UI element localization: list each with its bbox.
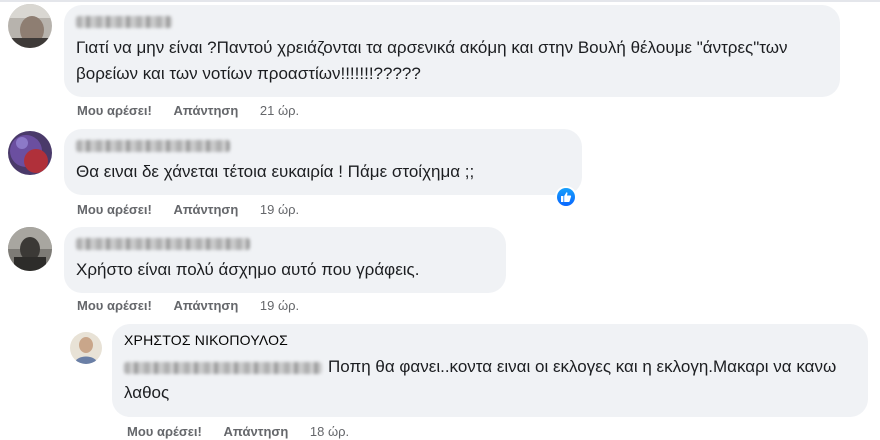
- comment-actions: Μου αρέσει! Απάντηση 21 ώρ.: [77, 103, 299, 119]
- comment-text: Γιατί να μην είναι ?Παντού χρειάζονται τ…: [76, 38, 788, 83]
- timestamp[interactable]: 19 ώρ.: [260, 298, 299, 313]
- timestamp[interactable]: 19 ώρ.: [260, 202, 299, 217]
- avatar[interactable]: [8, 4, 52, 48]
- comment-text: Χρήστο είναι πολύ άσχημο αυτό που γράφει…: [76, 260, 420, 279]
- reply-text: Ποπη θα φανει..κοντα ειναι οι εκλογες κα…: [124, 354, 856, 406]
- mentioned-user-blurred[interactable]: [124, 361, 322, 374]
- like-button[interactable]: Μου αρέσει!: [77, 202, 152, 217]
- top-divider: [0, 0, 880, 2]
- comment-bubble: Γιατί να μην είναι ?Παντού χρειάζονται τ…: [64, 5, 840, 97]
- like-button[interactable]: Μου αρέσει!: [77, 103, 152, 118]
- reply-author[interactable]: ΧΡΗΣΤΟΣ ΝΙΚΟΠΟΥΛΟΣ: [124, 332, 856, 348]
- like-button[interactable]: Μου αρέσει!: [77, 298, 152, 313]
- timestamp[interactable]: 18 ώρ.: [310, 424, 349, 439]
- avatar[interactable]: [70, 332, 102, 364]
- like-reaction-icon[interactable]: [555, 186, 577, 208]
- comment-bubble: Χρήστο είναι πολύ άσχημο αυτό που γράφει…: [64, 227, 506, 293]
- avatar[interactable]: [8, 131, 52, 175]
- reply-button[interactable]: Απάντηση: [173, 202, 238, 217]
- timestamp[interactable]: 21 ώρ.: [260, 103, 299, 118]
- reply-bubble: ΧΡΗΣΤΟΣ ΝΙΚΟΠΟΥΛΟΣ Ποπη θα φανει..κοντα …: [112, 324, 868, 417]
- comment-actions: Μου αρέσει! Απάντηση 19 ώρ.: [77, 202, 299, 218]
- like-button[interactable]: Μου αρέσει!: [127, 424, 202, 439]
- author-name-blurred[interactable]: [76, 13, 828, 29]
- author-name-blurred[interactable]: [76, 137, 570, 153]
- reply-button[interactable]: Απάντηση: [223, 424, 288, 439]
- reply-actions: Μου αρέσει! Απάντηση 18 ώρ.: [127, 424, 349, 440]
- author-name-blurred[interactable]: [76, 235, 494, 251]
- reply-button[interactable]: Απάντηση: [173, 298, 238, 313]
- comment-actions: Μου αρέσει! Απάντηση 19 ώρ.: [77, 298, 299, 314]
- avatar[interactable]: [8, 227, 52, 271]
- reply-button[interactable]: Απάντηση: [173, 103, 238, 118]
- comment-bubble: Θα ειναι δε χάνεται τέτοια ευκαιρία ! Πά…: [64, 129, 582, 195]
- comment-text: Θα ειναι δε χάνεται τέτοια ευκαιρία ! Πά…: [76, 162, 475, 181]
